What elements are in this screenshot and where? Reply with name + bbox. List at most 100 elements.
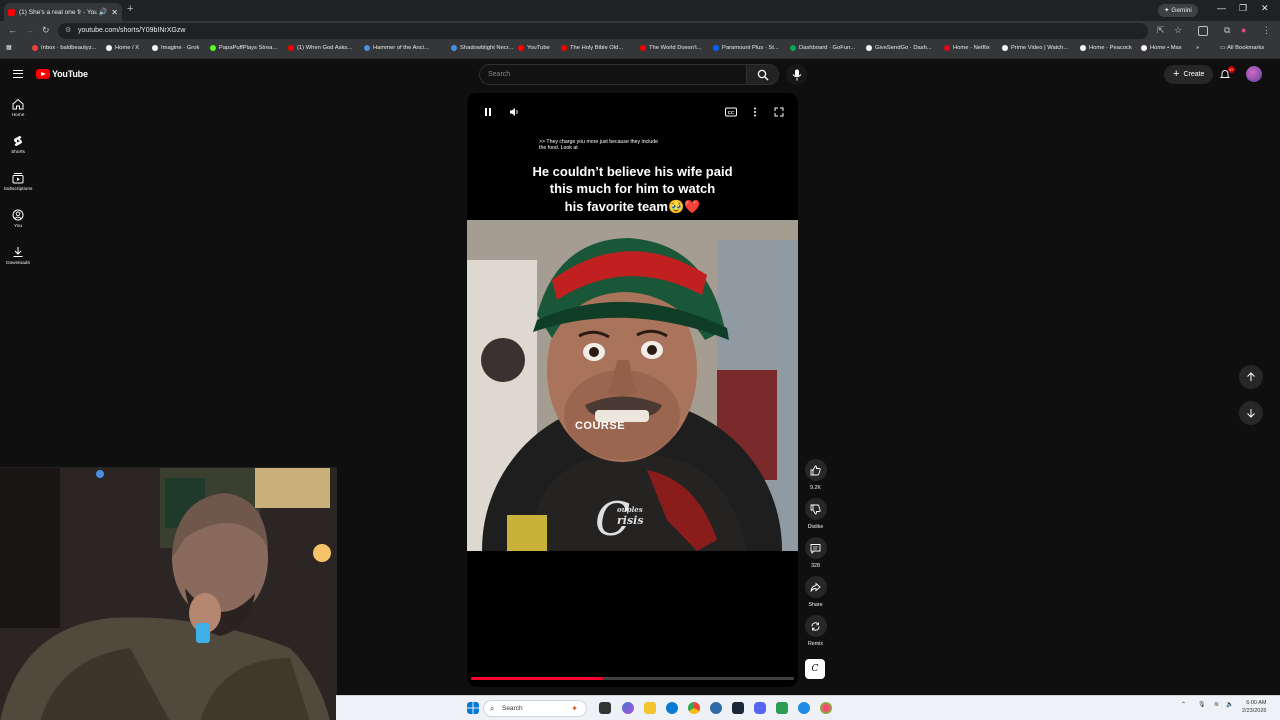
bookmark-item[interactable]: The Holy Bible Old... [561,45,623,51]
file-explorer-icon[interactable] [644,702,656,714]
steam-icon[interactable] [732,702,744,714]
bookmark-item[interactable]: The World Doesn't... [640,45,702,51]
bookmark-item[interactable]: Home / X [106,45,139,51]
shorts-icon [14,136,22,146]
fullscreen-icon[interactable] [774,107,784,117]
gemini-button[interactable]: ✦ Gemini [1158,4,1198,17]
pause-icon[interactable] [483,107,493,117]
extensions-icon[interactable]: ⧉ [1224,25,1230,36]
sidebar-item-you[interactable]: You [0,209,36,229]
comments-button[interactable]: 328 [800,537,831,569]
more-options-icon[interactable] [752,107,758,117]
bookmark-label: Prime Video | Watch... [1011,45,1069,51]
webcam-scene-illustration [0,468,337,720]
captions-icon[interactable]: CC [725,107,737,117]
bookmark-item[interactable]: Imagine · Grok [152,45,199,51]
voice-search-button[interactable] [786,64,807,85]
browser-tab[interactable]: (1) She's a real one fr - You 🔊 ✕ [4,3,122,21]
remix-button[interactable]: Remix [800,615,831,647]
channel-thumbnail[interactable]: C [805,659,825,679]
install-icon[interactable]: ⇱ [1157,25,1165,36]
task-view-icon[interactable] [599,702,611,714]
edge-icon[interactable] [666,702,678,714]
previous-short-button[interactable] [1239,365,1263,389]
bookmark-item[interactable]: Home · Peacock [1080,45,1132,51]
taskbar-search[interactable]: ⌕ Search ✦ [483,700,587,717]
chrome-icon[interactable] [688,702,700,714]
forward-icon[interactable]: → [25,25,34,35]
all-bookmarks[interactable]: ▭ All Bookmarks [1220,45,1264,51]
bookmark-favicon-icon [944,45,950,51]
app-colorful-icon[interactable] [820,702,832,714]
next-short-button[interactable] [1239,401,1263,425]
bookmark-favicon-icon [152,45,158,51]
reload-icon[interactable]: ↻ [42,25,50,36]
restore-icon[interactable]: ❐ [1239,3,1247,14]
tray-overflow-icon[interactable]: ⌃ [1181,701,1186,708]
network-app-icon[interactable] [710,702,722,714]
bookmark-item[interactable]: Dashboard · GoFun... [790,45,855,51]
bookmark-item[interactable]: Home • Max [1141,45,1182,51]
create-button[interactable]: + Create [1164,65,1214,84]
like-button[interactable]: 9.2K [800,459,831,491]
bookmark-item[interactable]: Shadowblight Necr... [451,45,513,51]
sidebar-item-subscriptions[interactable]: Subscriptions [0,172,36,192]
sidepanel-icon[interactable] [1198,26,1208,36]
bookmark-favicon-icon [210,45,216,51]
url-bar[interactable]: ⚙ youtube.com/shorts/Y09bINrXGzw [58,23,1148,39]
minimize-icon[interactable]: — [1217,3,1226,13]
bookmark-item[interactable]: Inbox · baldbeautyz... [32,45,96,51]
search-button[interactable] [747,64,779,85]
menu-kebab-icon[interactable]: ⋮ [1262,25,1271,36]
app-blue-icon[interactable] [798,702,810,714]
windows-start-icon[interactable] [467,702,479,714]
bookmark-item[interactable]: (1) When God Asks... [288,45,352,51]
bookmark-item[interactable]: GiveSendGo · Dash... [866,45,932,51]
new-tab-button[interactable]: + [127,3,133,15]
address-bar-row: ← → ↻ ⚙ youtube.com/shorts/Y09bINrXGzw ⇱… [0,21,1280,41]
copilot-icon[interactable] [622,702,634,714]
share-button[interactable]: Share [800,576,831,608]
taskbar-search-label: Search [502,705,523,712]
bookmark-star-icon[interactable]: ☆ [1174,25,1182,36]
bookmark-item[interactable]: Prime Video | Watch... [1002,45,1068,51]
sidebar-item-downloads[interactable]: Downloads [0,246,36,266]
sidebar-item-shorts[interactable]: Shorts [0,135,36,155]
apps-icon[interactable]: ▦ [6,45,11,51]
bookmark-item[interactable]: Hammer of the Anci... [364,45,429,51]
close-tab-icon[interactable]: ✕ [111,8,118,17]
bookmark-label: PapaPuffPlays Strea... [219,45,278,51]
back-icon[interactable]: ← [8,25,17,35]
video-frame: COURSE C ouples risis [467,220,798,551]
dislike-button[interactable]: Dislike [800,498,831,530]
video-scene-illustration [467,220,798,551]
search-input[interactable]: Search [479,64,747,85]
video-progress-bar[interactable] [471,677,794,680]
profile-ext-icon[interactable]: ● [1241,25,1246,35]
bookmark-item[interactable]: YouTube [518,45,550,51]
bookmark-item[interactable]: Home · Netflix [944,45,990,51]
youtube-logo[interactable]: YouTube [36,69,88,79]
bookmark-label: (1) When God Asks... [297,45,353,51]
more-bookmarks-icon[interactable]: » [1196,45,1199,51]
app-green-icon[interactable] [776,702,788,714]
bookmark-item[interactable]: PapaPuffPlays Strea... [210,45,277,51]
discord-icon[interactable] [754,702,766,714]
bookmark-favicon-icon [561,45,567,51]
sidebar-item-home[interactable]: Home [0,98,36,118]
account-avatar[interactable] [1246,66,1262,82]
volume-icon[interactable] [509,107,520,117]
audio-icon[interactable]: 🔊 [99,8,108,16]
shorts-player[interactable]: CC >> They charge you more just because … [467,93,798,687]
clock[interactable]: 6:00 AM 2/23/2026 [1242,699,1266,715]
menu-icon[interactable] [13,70,23,78]
bookmark-item[interactable]: Paramount Plus · St... [713,45,779,51]
site-info-icon[interactable]: ⚙ [65,23,71,39]
plus-icon: + [1173,68,1180,80]
bookmark-label: Dashboard · GoFun... [799,45,856,51]
tray-mic-icon[interactable]: 🎙 [1198,701,1206,708]
speaker-icon[interactable]: 🔈 [1226,701,1233,708]
wifi-icon[interactable]: ≋ [1214,701,1219,708]
youtube-header: YouTube Search + Create 9+ [0,59,1280,91]
close-window-icon[interactable]: ✕ [1261,3,1269,14]
